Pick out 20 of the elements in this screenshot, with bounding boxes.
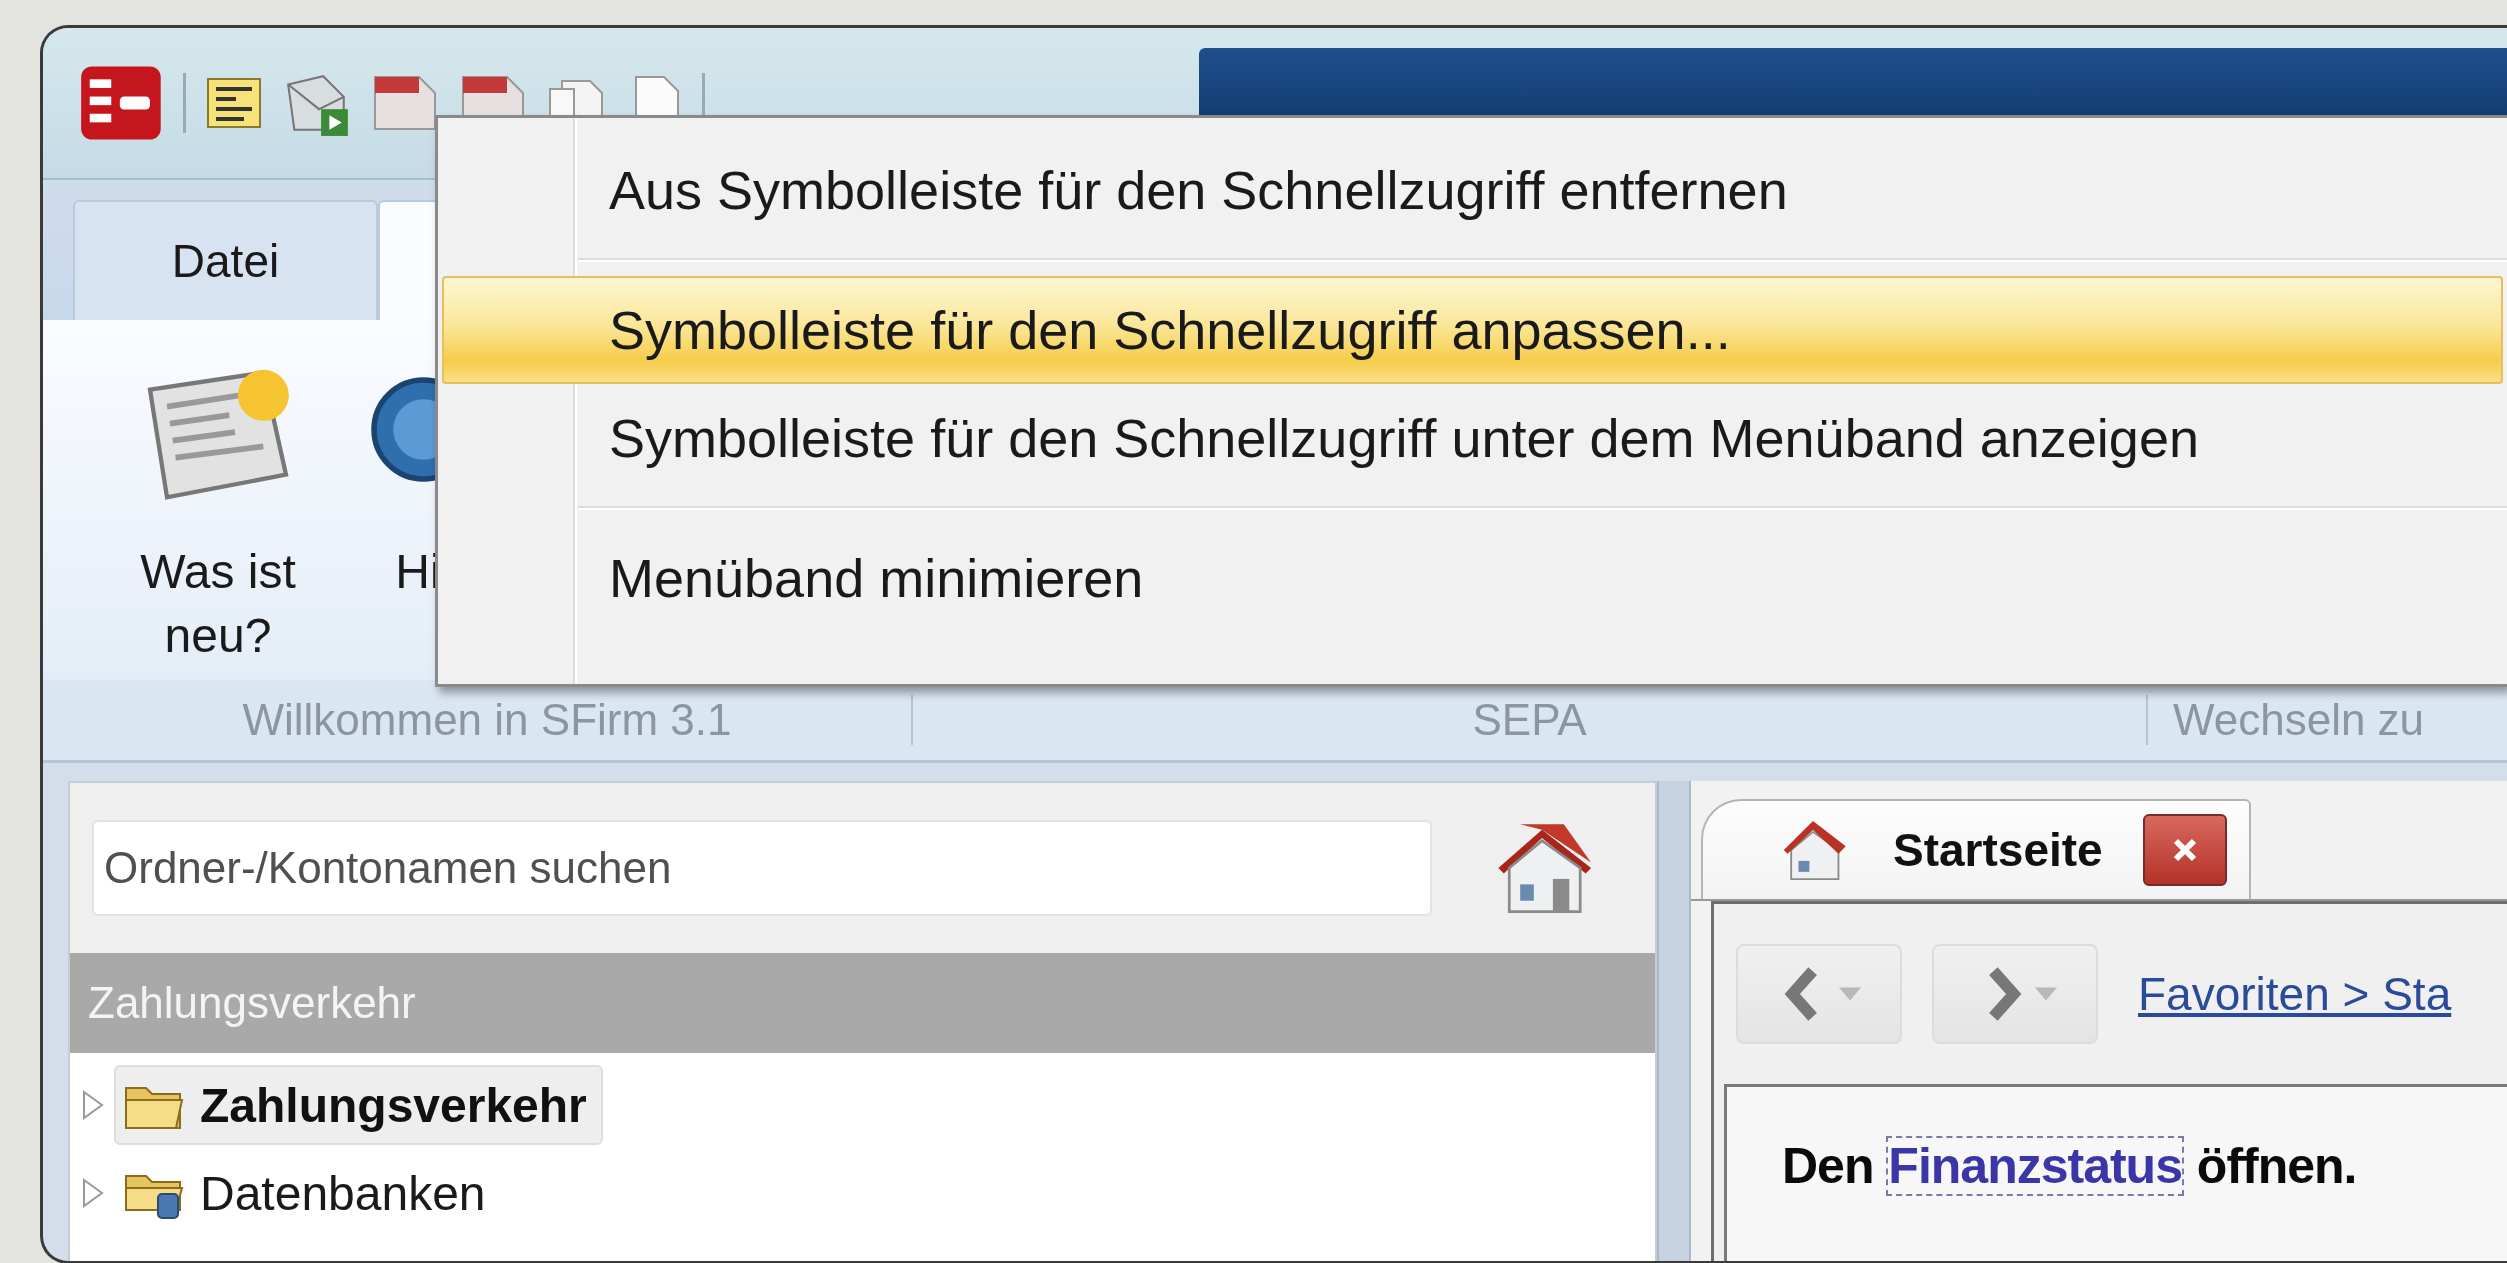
group-label: Wechseln zu (2172, 695, 2425, 745)
group-label: SEPA (913, 695, 2148, 745)
group-label: Willkommen in SFirm 3.1 (43, 695, 913, 745)
tree-item[interactable]: Zahlungsverkehr (114, 1065, 603, 1145)
ribbon-tab[interactable]: Datei (73, 200, 378, 320)
ribbon-button[interactable]: Was ist neu? (103, 320, 333, 680)
expand-icon[interactable] (80, 1178, 106, 1208)
expand-icon[interactable] (80, 1090, 106, 1120)
message-text: Den Finanzstatus öffnen. (1782, 1137, 2358, 1195)
page-tab[interactable]: Startseite (1701, 799, 2251, 899)
pane-header: Zahlungsverkehr (70, 953, 1655, 1053)
finanzstatus-link[interactable]: Finanzstatus (1886, 1136, 2184, 1196)
menu-item[interactable]: Menüband minimieren (442, 524, 2503, 632)
close-button[interactable] (2142, 814, 2227, 886)
menu-item[interactable]: Aus Symbolleiste für den Schnellzugriff entfernen (442, 136, 2503, 244)
breadcrumb-link[interactable]: Favoriten > Sta (2138, 967, 2452, 1021)
menu-item[interactable]: Symbolleiste für den Schnellzugriff anpassen... (442, 276, 2503, 384)
search-field[interactable]: Ordner-/Kontonamen suchen (92, 820, 1432, 916)
tree-item[interactable]: Datenbanken (114, 1153, 502, 1233)
menu-item[interactable]: Symbolleiste für den Schnellzugriff unter dem Menüband anzeigen (442, 384, 2503, 492)
